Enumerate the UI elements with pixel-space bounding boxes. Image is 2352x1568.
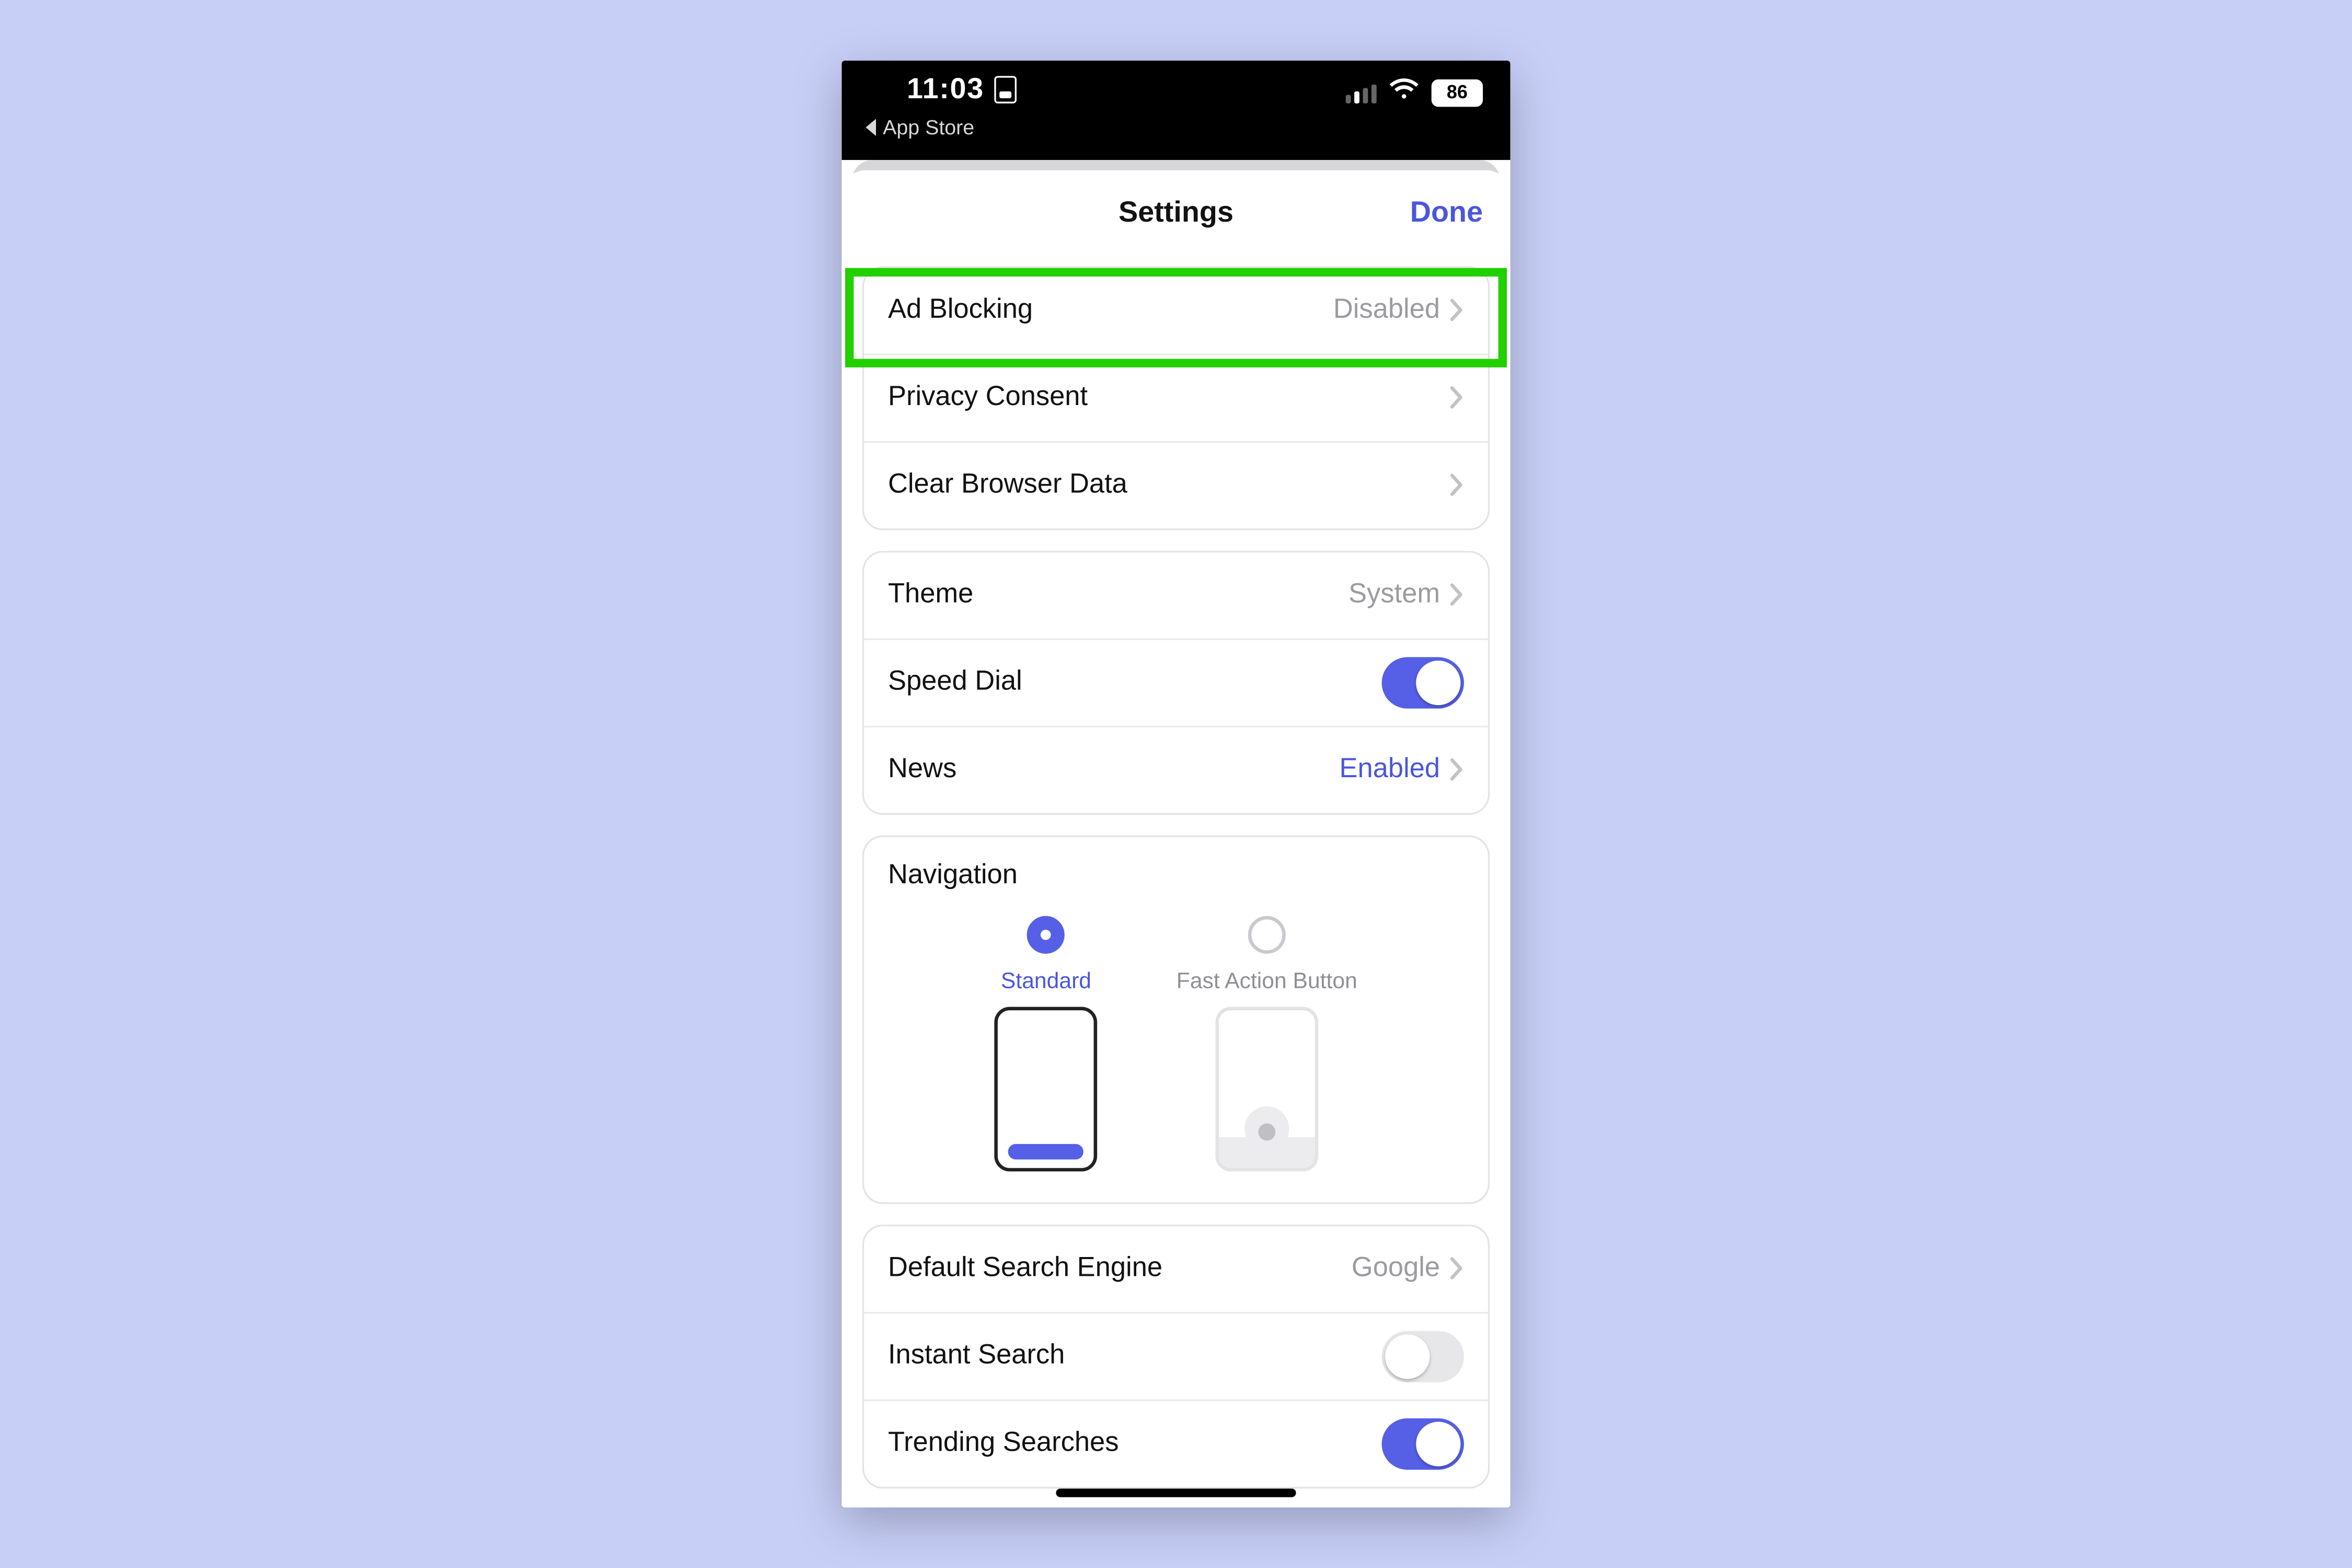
row-label: Instant Search (888, 1341, 1382, 1372)
row-speed-dial[interactable]: Speed Dial (864, 638, 1488, 725)
group-appearance: Theme System Speed Dial News Enabled (862, 550, 1490, 814)
navigation-options: Standard Fast Action Button (888, 916, 1464, 1171)
battery-indicator: 86 (1432, 79, 1483, 107)
chevron-right-icon (1450, 759, 1464, 781)
row-default-search-engine[interactable]: Default Search Engine Google (864, 1226, 1488, 1312)
chevron-right-icon (1450, 584, 1464, 606)
row-ad-blocking[interactable]: Ad Blocking Disabled (864, 268, 1488, 353)
row-label: Clear Browser Data (888, 470, 1450, 501)
status-right: 86 (1346, 78, 1483, 109)
sheet-navbar: Settings Done (841, 170, 1510, 256)
row-value: Disabled (1333, 295, 1440, 326)
row-label: Speed Dial (888, 667, 1382, 698)
radio-standard[interactable] (1027, 916, 1065, 953)
settings-scroll[interactable]: Ad Blocking Disabled Privacy Consent C (841, 256, 1510, 1507)
chevron-right-icon (1450, 1258, 1464, 1280)
row-news[interactable]: News Enabled (864, 725, 1488, 813)
row-clear-browser-data[interactable]: Clear Browser Data (864, 441, 1488, 528)
status-bar: 11:03 App Store 86 (841, 61, 1510, 160)
navigation-header: Navigation (888, 861, 1464, 892)
row-trending-searches[interactable]: Trending Searches (864, 1399, 1488, 1486)
nav-option-label: Fast Action Button (1177, 967, 1357, 993)
row-label: Default Search Engine (888, 1253, 1352, 1284)
nav-preview-fab (1215, 1007, 1318, 1171)
nav-option-fab[interactable]: Fast Action Button (1177, 916, 1357, 1171)
instant-search-toggle[interactable] (1382, 1331, 1464, 1382)
battery-level: 86 (1432, 79, 1483, 107)
speed-dial-toggle[interactable] (1382, 657, 1464, 708)
row-label: Theme (888, 580, 1348, 610)
group-search: Default Search Engine Google Instant Sea… (862, 1224, 1490, 1488)
back-to-app-label: App Store (883, 116, 974, 140)
done-button[interactable]: Done (1410, 195, 1483, 230)
row-label: Privacy Consent (888, 383, 1450, 413)
status-time: 11:03 (907, 73, 1017, 107)
row-label: Ad Blocking (888, 295, 1333, 326)
row-instant-search[interactable]: Instant Search (864, 1312, 1488, 1399)
page-title: Settings (1119, 195, 1233, 230)
row-privacy-consent[interactable]: Privacy Consent (864, 353, 1488, 441)
row-value: Google (1352, 1253, 1440, 1284)
cellular-icon (1346, 83, 1377, 103)
home-indicator[interactable] (1056, 1489, 1296, 1497)
nav-option-standard[interactable]: Standard (995, 916, 1098, 1171)
row-value: Enabled (1340, 755, 1440, 786)
radio-fab[interactable] (1248, 916, 1286, 953)
chevron-right-icon (1450, 387, 1464, 409)
row-theme[interactable]: Theme System (864, 552, 1488, 638)
trending-searches-toggle[interactable] (1382, 1418, 1464, 1469)
group-navigation: Navigation Standard Fast Action Button (862, 835, 1490, 1204)
back-caret-icon (866, 119, 876, 136)
nav-option-label: Standard (1001, 967, 1091, 993)
phone-frame: 11:03 App Store 86 Settings Done (841, 61, 1510, 1507)
row-value: System (1348, 580, 1440, 610)
chevron-right-icon (1450, 299, 1464, 322)
nav-preview-standard (995, 1007, 1098, 1171)
wifi-icon (1389, 78, 1420, 109)
back-to-app[interactable]: App Store (866, 116, 974, 140)
row-label: News (888, 755, 1340, 786)
status-time-text: 11:03 (907, 73, 984, 107)
chevron-right-icon (1450, 474, 1464, 497)
settings-sheet: Settings Done Ad Blocking Disabled Priva… (841, 170, 1510, 1507)
sim-card-icon (994, 76, 1017, 103)
row-label: Trending Searches (888, 1428, 1382, 1459)
group-privacy: Ad Blocking Disabled Privacy Consent C (862, 266, 1490, 530)
